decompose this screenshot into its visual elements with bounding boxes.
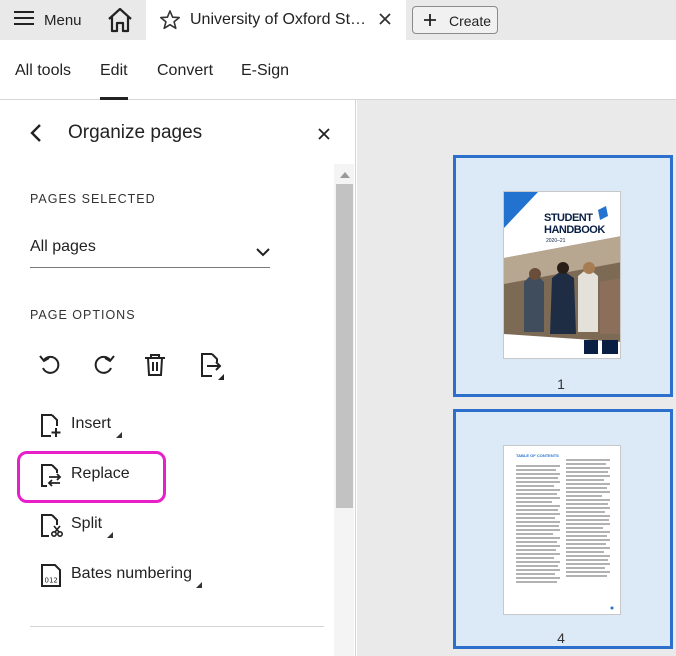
document-tab[interactable]: University of Oxford Stu... <box>146 0 406 40</box>
insert-label: Insert <box>71 415 112 432</box>
bates-flyout-indicator <box>196 582 202 588</box>
extract-page-icon <box>196 353 226 384</box>
close-tab-icon[interactable] <box>378 12 392 31</box>
pages-selected-dropdown[interactable]: All pages <box>30 230 270 268</box>
menu-label: Menu <box>44 11 82 29</box>
nav-convert[interactable]: Convert <box>157 62 213 80</box>
svg-text:012: 012 <box>45 577 58 585</box>
nav-e-sign[interactable]: E-Sign <box>241 62 289 80</box>
tab-title: University of Oxford Stu... <box>190 11 368 28</box>
toc-page-preview: TABLE OF CONTENTS <box>503 445 621 615</box>
panel-title: Organize pages <box>68 122 203 143</box>
page-thumbnail-4[interactable]: TABLE OF CONTENTS 4 <box>453 409 673 649</box>
rotate-right-icon <box>90 355 116 382</box>
star-icon[interactable] <box>159 9 181 36</box>
home-button[interactable] <box>106 7 134 33</box>
chevron-down-icon <box>256 244 270 262</box>
menu-button[interactable]: Menu <box>14 8 82 32</box>
insert-flyout-indicator <box>116 432 122 438</box>
page-number-1: 1 <box>557 376 565 392</box>
delete-page-button[interactable] <box>142 352 170 380</box>
page-options-label: PAGE OPTIONS <box>30 308 136 322</box>
nav-all-tools[interactable]: All tools <box>15 62 71 80</box>
toolbar-nav: All tools Edit Convert E-Sign <box>0 40 676 100</box>
insert-page-icon <box>40 414 62 443</box>
rotate-clockwise-button[interactable] <box>90 352 118 380</box>
hamburger-icon <box>14 10 34 30</box>
scroll-up-arrow-icon[interactable] <box>340 172 350 178</box>
split-label: Split <box>71 515 103 532</box>
replace-highlight <box>17 451 166 503</box>
cover-year: 2020–21 <box>546 238 566 244</box>
home-icon <box>106 7 134 37</box>
pages-selected-label: PAGES SELECTED <box>30 192 156 206</box>
split-page-icon <box>40 514 64 543</box>
page-thumbnail-1[interactable]: STUDENT HANDBOOK 2020–21 1 <box>453 155 673 397</box>
pages-selected-value: All pages <box>30 238 96 255</box>
page-number-4: 4 <box>557 630 565 646</box>
organize-pages-panel: Organize pages PAGES SELECTED All pages … <box>0 100 356 656</box>
nav-edit[interactable]: Edit <box>100 62 128 80</box>
cover-title-line1: STUDENT <box>544 212 593 224</box>
scrollbar-thumb[interactable] <box>336 184 353 508</box>
create-button[interactable]: Create <box>412 6 498 34</box>
cover-page-preview: STUDENT HANDBOOK 2020–21 <box>503 191 621 359</box>
plus-icon <box>423 13 437 32</box>
tab-bar: Menu University of Oxford Stu... Create <box>0 0 676 40</box>
back-arrow-icon[interactable] <box>28 123 44 148</box>
rotate-counterclockwise-button[interactable] <box>38 352 66 380</box>
rotate-left-icon <box>38 355 64 382</box>
trash-icon <box>142 354 168 382</box>
toc-lines-graphic <box>516 459 614 610</box>
toc-heading: TABLE OF CONTENTS <box>516 453 559 458</box>
split-flyout-indicator <box>107 532 113 538</box>
cover-title-line2: HANDBOOK <box>544 224 605 236</box>
create-label: Create <box>449 13 492 29</box>
bates-numbering-label: Bates numbering <box>71 565 192 582</box>
extract-page-button[interactable] <box>196 352 224 380</box>
panel-divider <box>30 626 324 627</box>
page-thumbnails-area: STUDENT HANDBOOK 2020–21 1 TABLE OF CONT… <box>357 100 676 656</box>
close-panel-icon[interactable] <box>318 127 330 145</box>
bates-numbering-icon: 012 <box>40 564 64 593</box>
